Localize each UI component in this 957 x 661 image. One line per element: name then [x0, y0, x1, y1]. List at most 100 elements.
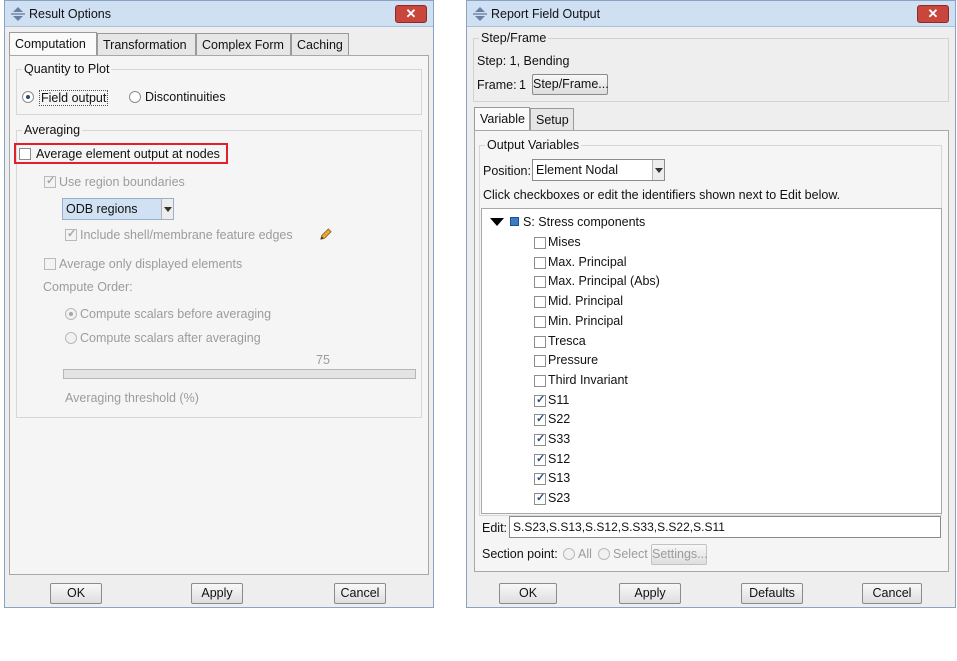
- hint-text: Click checkboxes or edit the identifiers…: [483, 188, 841, 202]
- compute-after-radio[interactable]: [65, 332, 77, 344]
- variable-checkbox[interactable]: [534, 315, 546, 328]
- chevron-down-icon[interactable]: [161, 199, 173, 219]
- tab-setup[interactable]: Setup: [530, 108, 574, 130]
- variable-label[interactable]: Tresca: [548, 334, 586, 348]
- variable-checkbox[interactable]: ✓: [534, 413, 546, 427]
- variable-label[interactable]: Pressure: [548, 353, 598, 367]
- use-region-boundaries-label[interactable]: Use region boundaries: [59, 175, 185, 189]
- check-icon: ✓: [536, 472, 546, 485]
- variable-label[interactable]: Min. Principal: [548, 314, 623, 328]
- variable-checkbox[interactable]: [534, 276, 546, 289]
- average-displayed-checkbox[interactable]: [44, 258, 56, 270]
- cancel-button[interactable]: Cancel: [334, 583, 386, 604]
- variable-label[interactable]: S12: [548, 452, 570, 466]
- close-button[interactable]: ✕: [395, 5, 427, 23]
- check-icon: ✓: [536, 452, 546, 465]
- variable-label[interactable]: Max. Principal (Abs): [548, 274, 660, 288]
- variable-checkbox[interactable]: [534, 355, 546, 368]
- variable-label[interactable]: S33: [548, 432, 570, 446]
- discontinuities-label[interactable]: Discontinuities: [145, 90, 226, 104]
- position-label: Position:: [483, 164, 531, 178]
- field-output-radio[interactable]: [22, 91, 34, 103]
- compute-before-radio[interactable]: [65, 308, 77, 320]
- variable-panel: Output Variables Position: Element Nodal…: [474, 130, 949, 572]
- average-displayed-label[interactable]: Average only displayed elements: [59, 257, 242, 271]
- output-variables-heading: Output Variables: [485, 138, 582, 152]
- tab-variable[interactable]: Variable: [474, 107, 530, 131]
- threshold-value: 75: [316, 353, 330, 367]
- variable-checkbox[interactable]: [534, 335, 546, 348]
- tab-caching[interactable]: Caching: [291, 33, 349, 55]
- expand-triangle-icon[interactable]: [490, 218, 504, 226]
- variable-checkbox[interactable]: ✓: [534, 433, 546, 446]
- close-button[interactable]: ✕: [917, 5, 949, 23]
- position-combo[interactable]: Element Nodal: [532, 159, 665, 181]
- include-shell-checkbox[interactable]: ✓: [65, 228, 77, 241]
- position-combo-value: Element Nodal: [536, 163, 618, 177]
- field-icon: [510, 217, 519, 226]
- variable-label[interactable]: S23: [548, 491, 570, 505]
- title-bar: Result Options ✕: [5, 1, 433, 27]
- average-nodes-label[interactable]: Average element output at nodes: [36, 147, 220, 161]
- compute-order-label: Compute Order:: [43, 280, 133, 294]
- window-title: Result Options: [29, 7, 111, 21]
- variable-checkbox[interactable]: [534, 237, 546, 249]
- chevron-down-icon[interactable]: [652, 160, 664, 180]
- tab-computation[interactable]: Computation: [9, 32, 97, 56]
- apply-button[interactable]: Apply: [619, 583, 681, 604]
- app-icon: [473, 7, 487, 21]
- step-text: Step: 1, Bending: [477, 54, 570, 68]
- variable-checkbox[interactable]: ✓: [534, 452, 546, 466]
- step-frame-button[interactable]: Step/Frame...: [532, 74, 609, 95]
- step-frame-heading: Step/Frame: [479, 31, 549, 45]
- threshold-label: Averaging threshold (%): [65, 391, 199, 405]
- variable-label[interactable]: S13: [548, 471, 570, 485]
- include-shell-label[interactable]: Include shell/membrane feature edges: [80, 228, 293, 242]
- cancel-button[interactable]: Cancel: [862, 583, 922, 604]
- check-icon: ✓: [536, 413, 546, 426]
- title-bar: Report Field Output ✕: [467, 1, 955, 27]
- section-all-label[interactable]: All: [578, 547, 592, 561]
- frame-label: Frame:: [477, 78, 517, 92]
- variable-checkbox[interactable]: [534, 296, 546, 309]
- defaults-button[interactable]: Defaults: [741, 583, 803, 604]
- use-region-boundaries-checkbox[interactable]: ✓: [44, 175, 56, 188]
- pencil-icon[interactable]: [318, 227, 333, 242]
- check-icon: ✓: [536, 492, 546, 505]
- section-all-radio[interactable]: [563, 548, 575, 560]
- average-nodes-checkbox[interactable]: [19, 148, 31, 160]
- variable-label[interactable]: Mises: [548, 235, 581, 249]
- edit-field[interactable]: S.S23,S.S13,S.S12,S.S33,S.S22,S.S11: [509, 516, 941, 538]
- compute-before-label[interactable]: Compute scalars before averaging: [80, 307, 271, 321]
- quantity-to-plot-heading: Quantity to Plot: [22, 62, 112, 76]
- variable-label[interactable]: Max. Principal: [548, 255, 627, 269]
- section-select-label[interactable]: Select: [613, 547, 648, 561]
- check-icon: ✓: [536, 393, 546, 406]
- variable-label[interactable]: S22: [548, 412, 570, 426]
- variable-checkbox[interactable]: ✓: [534, 472, 546, 486]
- threshold-slider[interactable]: [63, 369, 416, 379]
- report-field-output-window: Report Field Output ✕ Step/Frame Step: 1…: [466, 0, 956, 608]
- variable-checkbox[interactable]: ✓: [534, 492, 546, 506]
- section-point-label: Section point:: [482, 547, 558, 561]
- averaging-heading: Averaging: [22, 123, 83, 137]
- settings-button[interactable]: Settings...: [651, 544, 708, 565]
- variable-checkbox[interactable]: [534, 256, 546, 269]
- variable-checkbox[interactable]: ✓: [534, 393, 546, 407]
- variable-checkbox[interactable]: [534, 374, 546, 387]
- tab-complex-form[interactable]: Complex Form: [196, 33, 291, 55]
- variable-label[interactable]: Mid. Principal: [548, 294, 623, 308]
- apply-button[interactable]: Apply: [191, 583, 243, 604]
- compute-after-label[interactable]: Compute scalars after averaging: [80, 331, 261, 345]
- tab-transformation[interactable]: Transformation: [97, 33, 196, 55]
- field-output-label[interactable]: Field output: [39, 90, 109, 106]
- ok-button[interactable]: OK: [499, 583, 557, 604]
- edit-label: Edit:: [482, 521, 508, 535]
- ok-button[interactable]: OK: [50, 583, 102, 604]
- discontinuities-radio[interactable]: [129, 91, 141, 103]
- variable-label[interactable]: S11: [548, 393, 569, 407]
- variable-label[interactable]: Third Invariant: [548, 373, 628, 387]
- variables-tree: S: Stress components Mises Max. Principal…: [481, 208, 942, 514]
- section-select-radio[interactable]: [598, 548, 610, 560]
- region-combo[interactable]: ODB regions: [62, 198, 174, 220]
